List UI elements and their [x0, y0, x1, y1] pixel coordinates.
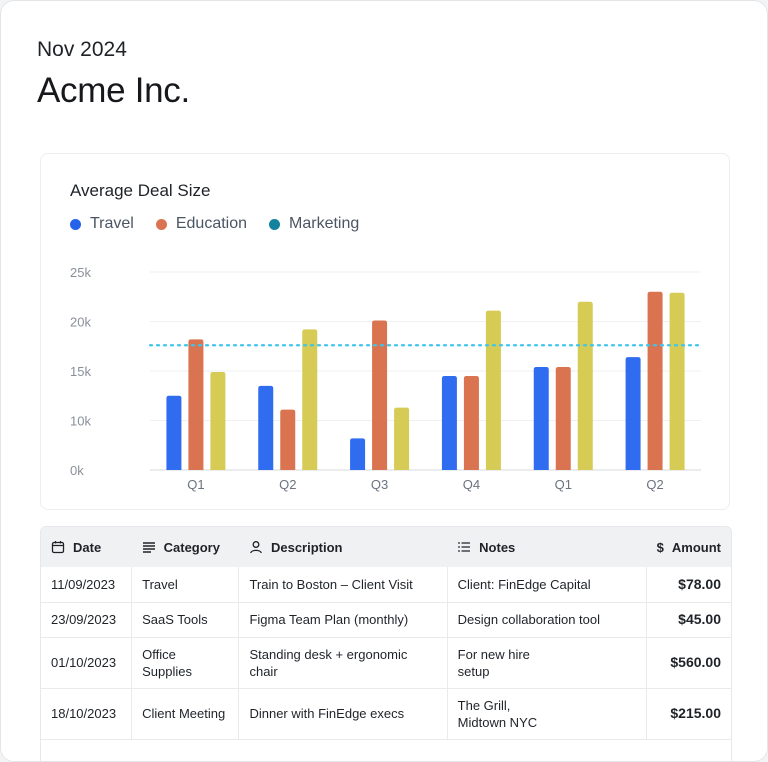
cell-amount: $78.00: [646, 567, 731, 603]
bar: [533, 367, 549, 470]
bar: [350, 438, 366, 470]
x-tick-label: Q2: [646, 477, 663, 492]
bar: [372, 320, 388, 470]
notes-line: Midtown NYC: [457, 714, 538, 730]
notes-line: For new hire: [457, 646, 530, 662]
bar: [258, 385, 274, 470]
column-header-notes[interactable]: Notes: [447, 527, 646, 567]
notes-line: setup: [457, 663, 490, 679]
table-row[interactable]: 23/09/2023 SaaS Tools Figma Team Plan (m…: [41, 601, 731, 638]
bar: [555, 367, 571, 470]
cell-description: Train to Boston – Client Visit: [238, 567, 448, 603]
cell-category: Client Meeting: [131, 687, 240, 740]
x-tick-label: Q3: [371, 477, 388, 492]
lines-icon: [142, 542, 155, 553]
column-header-description[interactable]: Description: [239, 527, 447, 567]
x-tick-label: Q1: [187, 477, 204, 492]
cell-notes: Design collaboration tool: [446, 601, 648, 638]
bar: [166, 395, 182, 470]
bar: [463, 375, 479, 470]
bar: [647, 291, 663, 470]
bar-chart: 0k 10k 15k 20k 25k Q1 Q2 Q3 Q4 Q1 Q2: [70, 265, 703, 492]
bar: [485, 310, 501, 470]
table-row[interactable]: 01/10/2023 Office Supplies Standing desk…: [41, 636, 731, 689]
bar: [625, 357, 641, 470]
cell-category: Office Supplies: [131, 636, 240, 689]
chart-card: Average Deal Size Travel Education Marke…: [40, 153, 730, 510]
notes-line: Client: FinEdge Capital: [457, 576, 591, 592]
table-row[interactable]: 18/10/2023 Client Meeting Dinner with Fi…: [41, 687, 731, 740]
cell-date: 11/09/2023: [41, 567, 133, 603]
bar: [280, 409, 296, 470]
company-name: Acme Inc.: [37, 71, 190, 110]
cell-description: Figma Team Plan (monthly): [238, 601, 448, 638]
cell-date: 01/10/2023: [41, 636, 133, 689]
y-tick-label: 10k: [70, 414, 91, 429]
user-icon: [250, 541, 262, 554]
report-period: Nov 2024: [37, 38, 127, 61]
cell-notes: For new hire setup: [446, 636, 648, 689]
cell-notes: The Grill, Midtown NYC: [446, 687, 648, 740]
cell-category: SaaS Tools: [131, 601, 240, 638]
report-card: Nov 2024 Acme Inc. Average Deal Size Tra…: [0, 0, 768, 762]
y-tick-label: 25k: [70, 265, 91, 280]
y-tick-label: 20k: [70, 315, 91, 330]
column-header-amount[interactable]: $ Amount: [647, 527, 731, 567]
cell-description: Standing desk + ergonomic chair: [238, 636, 448, 689]
cell-amount: $560.00: [646, 636, 731, 689]
bar: [669, 292, 685, 470]
y-tick-label: 15k: [70, 364, 91, 379]
x-tick-label: Q1: [555, 477, 572, 492]
cell-notes: Client: FinEdge Capital: [446, 567, 648, 603]
column-label-amount: Amount: [671, 539, 721, 555]
calendar-icon: [51, 541, 65, 554]
bar: [302, 329, 318, 470]
cell-date: 23/09/2023: [41, 601, 133, 638]
cell-category: Travel: [131, 567, 240, 603]
table-row[interactable]: 11/09/2023 Travel Train to Boston – Clie…: [41, 567, 731, 603]
table-header-row: Date Category Description Notes $ Amount: [41, 527, 731, 567]
bar: [394, 407, 410, 470]
column-header-category[interactable]: Category: [132, 527, 239, 567]
bar: [188, 339, 204, 470]
x-tick-label: Q2: [279, 477, 296, 492]
column-header-date[interactable]: Date: [41, 527, 132, 567]
x-tick-label: Q4: [463, 477, 480, 492]
y-tick-label: 0k: [70, 463, 84, 478]
bar: [577, 301, 593, 470]
column-label-date: Date: [73, 539, 102, 555]
cell-amount: $215.00: [646, 687, 731, 740]
bar: [441, 375, 457, 470]
column-label-category: Category: [163, 539, 220, 555]
cell-description: Dinner with FinEdge execs: [238, 687, 448, 740]
list-icon: [458, 542, 471, 552]
expenses-table: Date Category Description Notes $ Amount…: [40, 526, 732, 761]
bar: [210, 371, 226, 470]
cell-amount: $45.00: [646, 601, 731, 638]
column-label-description: Description: [270, 539, 343, 555]
notes-line: The Grill,: [457, 697, 511, 713]
dollar-icon: $: [656, 539, 664, 555]
notes-line: Design collaboration tool: [457, 612, 601, 627]
column-label-notes: Notes: [479, 539, 516, 555]
cell-date: 18/10/2023: [41, 687, 133, 740]
